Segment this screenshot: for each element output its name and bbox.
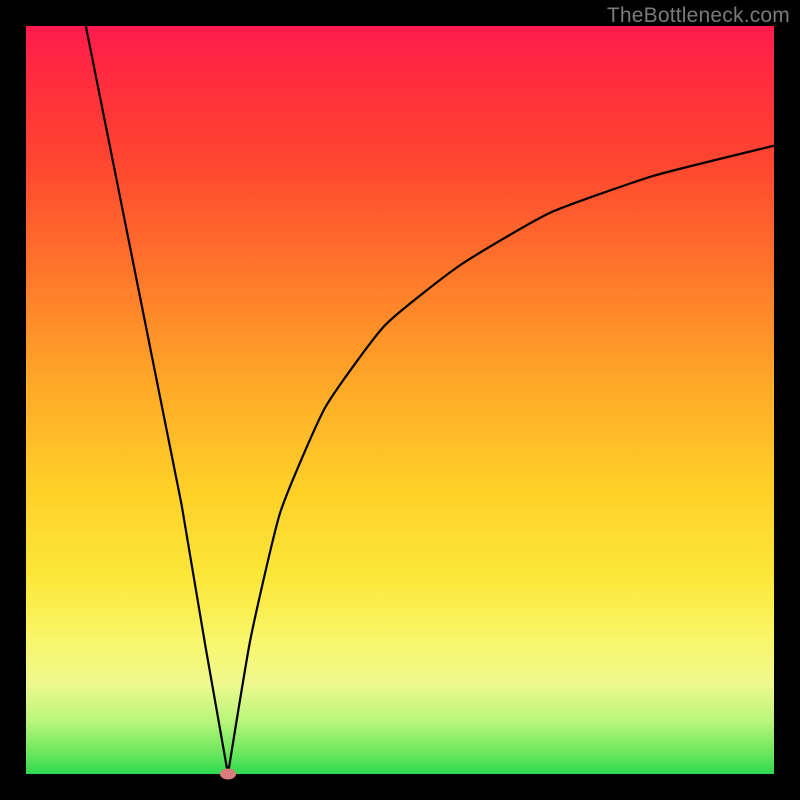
watermark-text: TheBottleneck.com <box>607 4 790 28</box>
chart-frame <box>26 26 774 774</box>
optimal-point-marker <box>220 769 236 780</box>
chart-background-gradient <box>26 26 774 774</box>
